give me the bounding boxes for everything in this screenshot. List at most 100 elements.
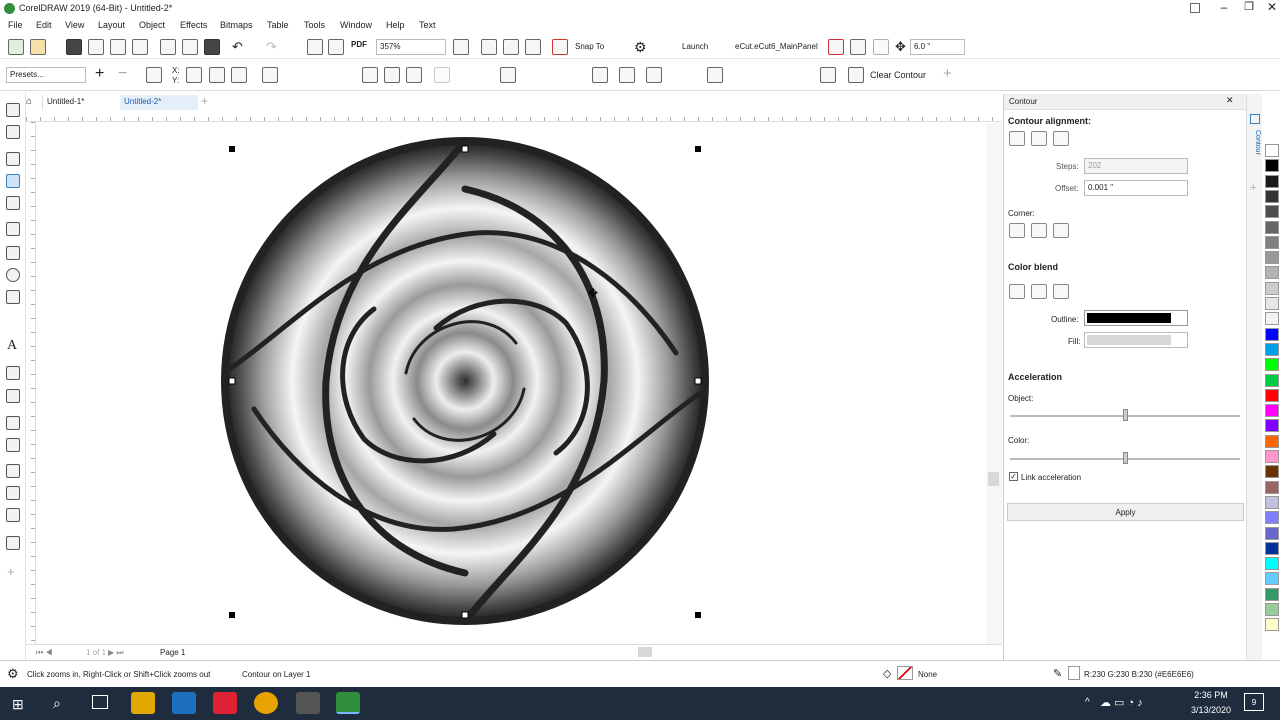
palette-swatch[interactable] <box>1265 174 1279 188</box>
options-gear-icon[interactable]: ⚙ <box>634 39 647 56</box>
ellipse-tool-icon[interactable] <box>6 268 20 282</box>
menu-layout[interactable]: Layout <box>98 20 125 30</box>
counterclockwise-contour-icon[interactable] <box>406 67 422 83</box>
show-grid-icon[interactable] <box>503 39 519 55</box>
menu-effects[interactable]: Effects <box>180 20 207 30</box>
tab-untitled-2[interactable]: Untitled-2* <box>120 95 198 110</box>
add-docker-icon[interactable]: + <box>1250 182 1256 194</box>
palette-swatch[interactable] <box>1265 541 1279 555</box>
palette-swatch[interactable] <box>1265 220 1279 234</box>
text-tool-icon[interactable]: A <box>7 338 17 354</box>
drop-shadow-tool-icon[interactable] <box>6 416 20 430</box>
close-button[interactable]: ✕ <box>1264 0 1280 16</box>
redo-icon[interactable]: ↷ <box>266 39 277 55</box>
menu-view[interactable]: View <box>65 20 84 30</box>
linear-contour-icon[interactable] <box>362 67 378 83</box>
object-acceleration-icon[interactable] <box>434 67 450 83</box>
palette-swatch[interactable] <box>1265 388 1279 402</box>
cloud-upload-icon[interactable] <box>88 39 104 55</box>
palette-swatch[interactable] <box>1265 251 1279 265</box>
selection-handle[interactable] <box>695 612 701 618</box>
smart-fill-tool-icon[interactable] <box>6 508 20 522</box>
selection-handle[interactable] <box>461 145 469 153</box>
apply-button[interactable]: Apply <box>1007 503 1244 521</box>
inside-button[interactable] <box>1031 131 1047 146</box>
home-icon[interactable]: ⌂ <box>26 96 37 107</box>
palette-swatch[interactable] <box>1265 511 1279 525</box>
docker-close-icon[interactable]: ✕ <box>1226 95 1234 106</box>
outside-contour-icon[interactable] <box>231 67 247 83</box>
minimize-button[interactable]: – <box>1216 0 1232 16</box>
color-proof-icon[interactable] <box>828 39 844 55</box>
search-icon[interactable]: ⌕ <box>53 695 61 712</box>
connector-tool-icon[interactable] <box>6 389 20 403</box>
palette-swatch[interactable] <box>1265 189 1279 203</box>
page-first-icon[interactable]: ⏮ ◀ <box>36 648 53 658</box>
outline-pen-tool-icon[interactable] <box>6 536 20 550</box>
h-scroll-thumb[interactable] <box>638 647 652 657</box>
freehand-tool-icon[interactable] <box>6 196 20 210</box>
print-icon[interactable] <box>132 39 148 55</box>
to-center-button[interactable] <box>1009 131 1025 146</box>
copy-icon[interactable] <box>182 39 198 55</box>
contour-steps-icon[interactable] <box>262 67 278 83</box>
properties-tab-icon[interactable] <box>1250 114 1260 124</box>
cloud-download-icon[interactable] <box>110 39 126 55</box>
palette-swatch[interactable] <box>1265 557 1279 571</box>
color-eyedropper-tool-icon[interactable] <box>6 464 20 478</box>
palette-swatch[interactable] <box>1265 281 1279 295</box>
palette-swatch[interactable] <box>1265 526 1279 540</box>
new-document-icon[interactable] <box>8 39 24 55</box>
no-fill-swatch[interactable] <box>897 666 913 680</box>
clock-time[interactable]: 2:36 PM <box>1186 690 1236 700</box>
selection-handle[interactable] <box>229 146 235 152</box>
export-icon[interactable] <box>328 39 344 55</box>
zoom-tool-icon[interactable] <box>6 174 20 188</box>
palette-swatch[interactable] <box>1265 618 1279 632</box>
windows-start-icon[interactable]: ⊞ <box>12 696 24 713</box>
contour-swirl-artwork[interactable]: × ✥ <box>36 123 986 643</box>
menu-table[interactable]: Table <box>267 20 289 30</box>
import-icon[interactable] <box>307 39 323 55</box>
link-accel-checkbox[interactable]: ✓ <box>1009 472 1018 481</box>
color-accel-thumb[interactable] <box>1123 452 1128 464</box>
publish-pdf-icon[interactable]: PDF <box>351 40 367 49</box>
restore-layout-icon[interactable] <box>1190 3 1200 13</box>
palette-swatch[interactable] <box>1265 327 1279 341</box>
add-button-icon[interactable]: + <box>943 65 952 82</box>
file-explorer-icon[interactable] <box>131 692 155 714</box>
contour-to-center-icon[interactable] <box>186 67 202 83</box>
full-screen-icon[interactable] <box>453 39 469 55</box>
artistic-media-tool-icon[interactable] <box>6 222 20 236</box>
notifications-badge[interactable]: 9 <box>1244 693 1264 711</box>
clear-contour-button[interactable]: Clear Contour <box>870 70 926 80</box>
interactive-fill-tool-icon[interactable] <box>6 486 20 500</box>
nudge-distance-field[interactable]: 6.0 " <box>910 39 965 55</box>
contour-options-icon[interactable] <box>848 67 864 83</box>
steps-field[interactable]: 202 <box>1084 158 1188 174</box>
palette-swatch[interactable] <box>1265 465 1279 479</box>
palette-swatch[interactable] <box>1265 297 1279 310</box>
crop-tool-icon[interactable] <box>6 152 20 166</box>
page-next-icon[interactable]: ▶ ⏭ <box>108 648 124 658</box>
palette-swatch[interactable] <box>1265 434 1279 448</box>
pick-tool-icon[interactable] <box>6 103 20 117</box>
outline-color-icon[interactable] <box>592 67 608 83</box>
palette-swatch[interactable] <box>1265 419 1279 433</box>
counterclockwise-blend-button[interactable] <box>1053 284 1069 299</box>
copy-contour-icon[interactable] <box>500 67 516 83</box>
dynamic-guides-icon[interactable] <box>873 39 889 55</box>
snap-to-dropdown[interactable]: Snap To <box>575 42 604 51</box>
round-corner-button[interactable] <box>1031 223 1047 238</box>
show-rulers-icon[interactable] <box>481 39 497 55</box>
palette-swatch[interactable] <box>1265 495 1279 509</box>
task-view-icon[interactable] <box>92 695 108 709</box>
shape-tool-icon[interactable] <box>6 125 20 139</box>
drawing-canvas[interactable]: × ✥ <box>36 123 986 643</box>
save-icon[interactable] <box>66 39 82 55</box>
object-accel-thumb[interactable] <box>1123 409 1128 421</box>
page-tab[interactable]: Page 1 <box>160 648 185 657</box>
open-icon[interactable] <box>30 39 46 55</box>
object-position-icon[interactable] <box>146 67 162 83</box>
media-app-icon[interactable] <box>213 692 237 714</box>
